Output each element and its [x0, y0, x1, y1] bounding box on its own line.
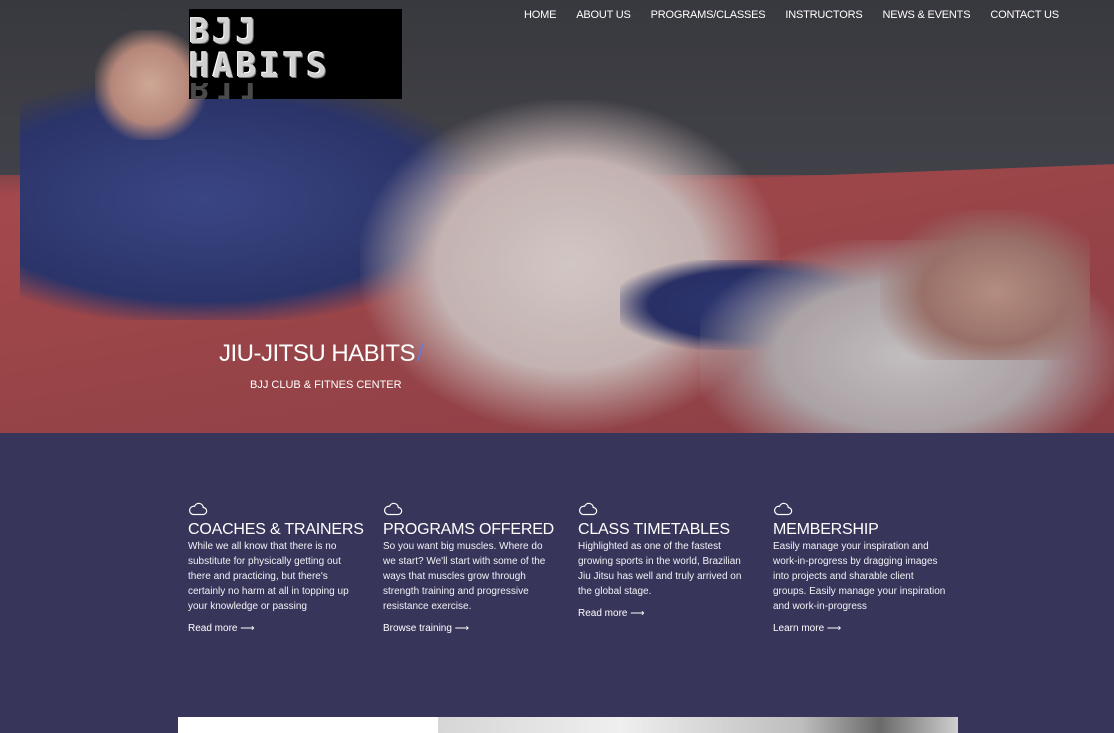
gallery-panel-white [178, 717, 438, 733]
cloud-icon [774, 502, 793, 516]
read-more-link[interactable]: Read more ⟶ [578, 608, 645, 619]
feature-title: COACHES & TRAINERS [188, 521, 364, 538]
feature-body: So you want big muscles. Where do we sta… [383, 541, 546, 612]
hero-subtitle: BJJ CLUB & FITNES CENTER [250, 379, 402, 391]
cloud-icon [189, 502, 208, 516]
logo-text: BJJ HABITS [189, 12, 330, 86]
hero-banner: BJJ HABITS BJJ HABITS HOME ABOUT US PROG… [0, 0, 1114, 433]
feature-title: CLASS TIMETABLES [578, 521, 730, 538]
nav-instructors[interactable]: INSTRUCTORS [785, 9, 862, 21]
hero-title-slash: / [417, 340, 424, 367]
gallery-photo [438, 717, 958, 733]
feature-title: PROGRAMS OFFERED [383, 521, 555, 538]
feature-membership: MEMBERSHIP Easily manage your inspiratio… [773, 502, 948, 636]
hero-title-text: JIU-JITSU HABITS [219, 340, 416, 367]
site-logo[interactable]: BJJ HABITS BJJ HABITS [189, 9, 402, 99]
feature-body: Easily manage your inspiration and work-… [773, 541, 946, 612]
read-more-link[interactable]: Read more ⟶ [188, 623, 255, 634]
feature-timetables: CLASS TIMETABLES Highlighted as one of t… [578, 502, 753, 621]
bottom-gallery-strip [178, 717, 958, 733]
feature-coaches: COACHES & TRAINERS While we all know tha… [188, 502, 364, 636]
logo-reflection: BJJ HABITS [189, 83, 402, 99]
cloud-icon [579, 502, 598, 516]
nav-about-us[interactable]: ABOUT US [576, 9, 631, 21]
browse-training-link[interactable]: Browse training ⟶ [383, 623, 469, 634]
hero-overlay [0, 0, 1114, 433]
nav-programs-classes[interactable]: PROGRAMS/CLASSES [651, 9, 766, 21]
feature-title: MEMBERSHIP [773, 521, 879, 538]
features-section: COACHES & TRAINERS While we all know tha… [0, 433, 1114, 717]
main-nav: HOME ABOUT US PROGRAMS/CLASSES INSTRUCTO… [524, 9, 1059, 21]
feature-body: Highlighted as one of the fastest growin… [578, 541, 742, 597]
learn-more-link[interactable]: Learn more ⟶ [773, 623, 841, 634]
feature-body: While we all know that there is no subst… [188, 541, 349, 612]
nav-home[interactable]: HOME [524, 9, 556, 21]
feature-programs: PROGRAMS OFFERED So you want big muscles… [383, 502, 558, 636]
nav-news-events[interactable]: NEWS & EVENTS [882, 9, 970, 21]
nav-contact-us[interactable]: CONTACT US [990, 9, 1059, 21]
hero-title: JIU-JITSU HABITS/ [219, 340, 424, 368]
cloud-icon [384, 502, 403, 516]
